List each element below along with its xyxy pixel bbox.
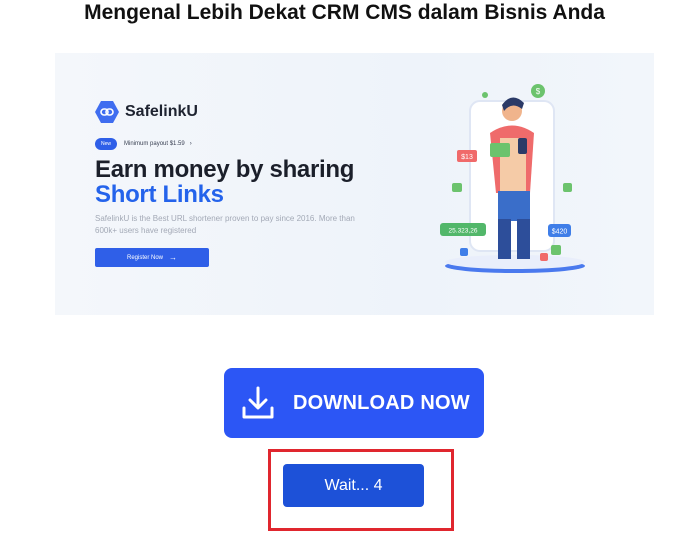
download-icon — [242, 386, 274, 419]
safelinku-banner[interactable]: SafelinkU New Minimum payout $1.59 › Ear… — [55, 53, 654, 315]
brand-name: SafelinkU — [125, 103, 198, 120]
brand-logo: SafelinkU — [95, 101, 198, 123]
banner-description: SafelinkU is the Best URL shortener prov… — [95, 214, 355, 235]
tag-left-bottom: 25.323,26 — [449, 228, 478, 235]
page-title: Mengenal Lebih Dekat CRM CMS dalam Bisni… — [84, 1, 605, 24]
payout-text: Minimum payout $1.59 — [124, 141, 185, 147]
chevron-right-icon: › — [189, 141, 192, 147]
tag-right: $420 — [552, 229, 568, 236]
payout-notice: New Minimum payout $1.59 › — [95, 138, 192, 150]
headline-line2: Short Links — [95, 181, 224, 208]
tag-left-top: $13 — [461, 154, 473, 161]
headline-line1: Earn money by sharing — [95, 156, 355, 183]
register-label: Register Now — [126, 254, 163, 261]
download-now-button[interactable]: DOWNLOAD NOW — [224, 368, 484, 438]
link-icon — [95, 101, 119, 123]
new-badge: New — [95, 138, 118, 150]
arrow-right-icon: → — [169, 253, 177, 262]
register-now-button[interactable]: Register Now → — [95, 248, 209, 267]
earning-illustration: $13 25.323,26 $420 $ — [440, 84, 585, 273]
wait-countdown-button[interactable]: Wait... 4 — [283, 464, 424, 507]
download-label: DOWNLOAD NOW — [293, 391, 470, 414]
coin-label: $ — [536, 87, 541, 96]
